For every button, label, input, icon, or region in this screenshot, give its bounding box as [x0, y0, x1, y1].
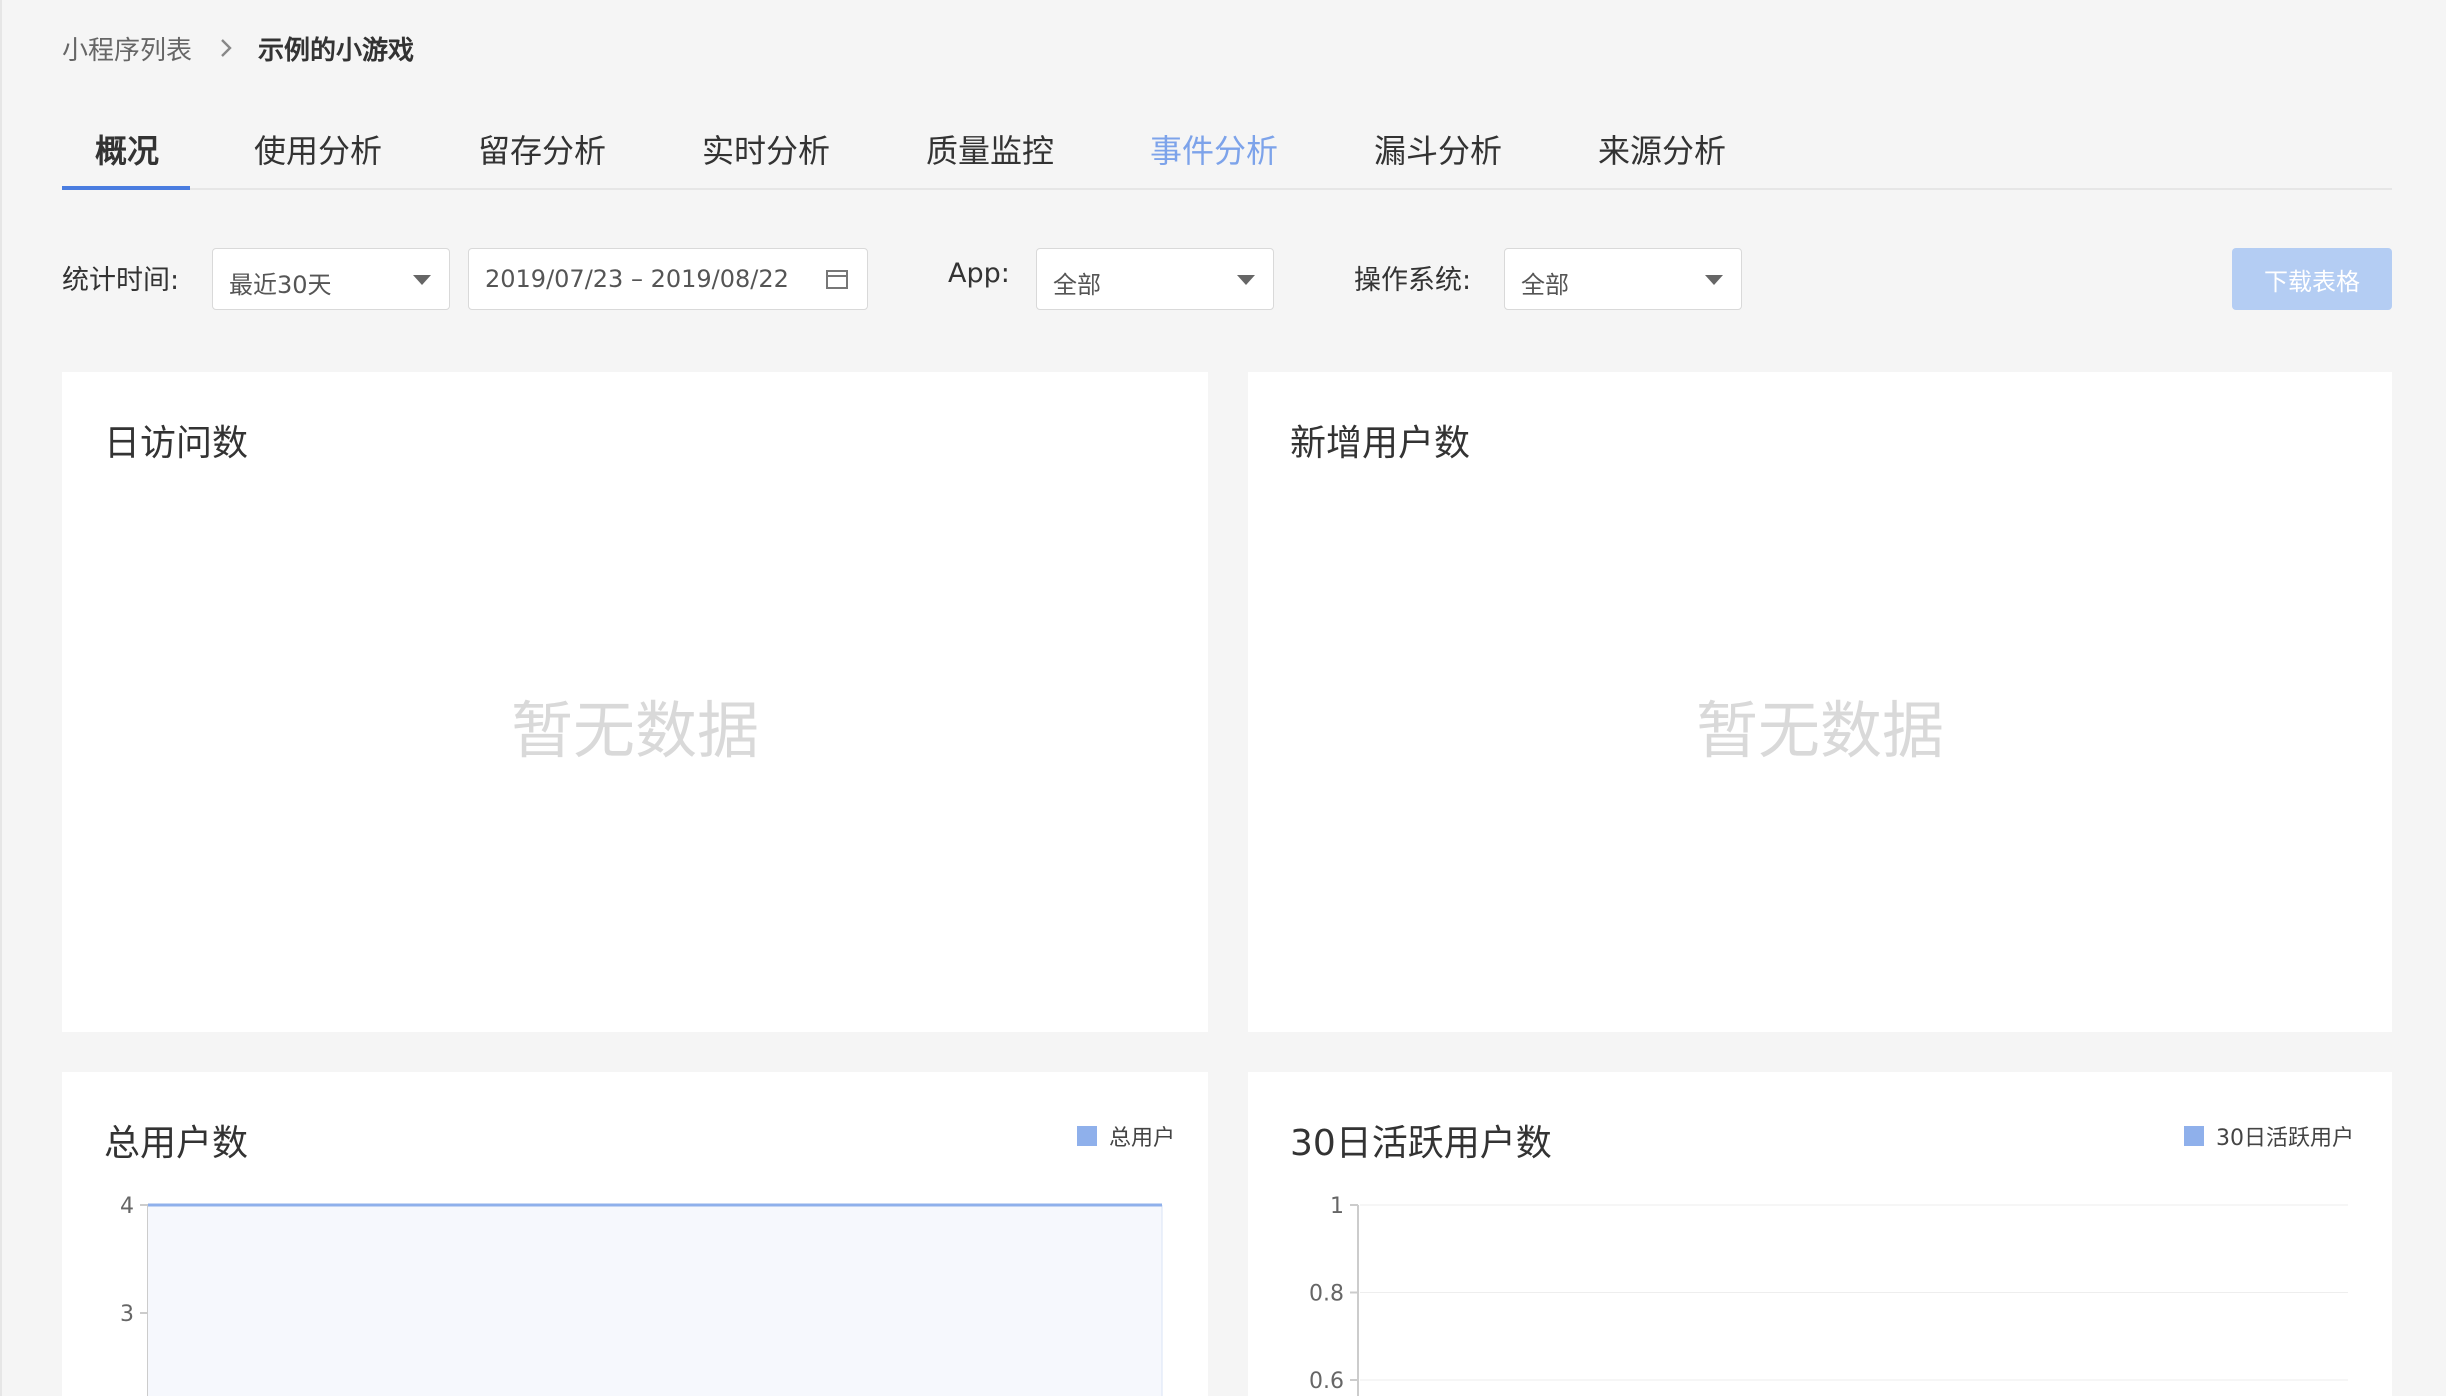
breadcrumb: 小程序列表 示例的小游戏: [62, 30, 414, 66]
download-table-button[interactable]: 下载表格: [2232, 248, 2392, 310]
daily-visits-card: 日访问数 暂无数据: [62, 372, 1208, 1032]
tab-event-analysis[interactable]: 事件分析: [1150, 126, 1278, 172]
tab-retention-analysis[interactable]: 留存分析: [478, 126, 606, 172]
active-users-30d-card: 30日活跃用户数 30日活跃用户 1 0.8 0.6: [1248, 1072, 2392, 1396]
tab-overview[interactable]: 概况: [95, 126, 159, 172]
app-select-value: 全部: [1053, 271, 1101, 299]
chevron-right-icon: [221, 39, 232, 57]
calendar-icon: [826, 270, 848, 289]
breadcrumb-current: 示例的小游戏: [258, 35, 415, 66]
os-select[interactable]: 全部: [1504, 248, 1742, 310]
os-filter-label: 操作系统:: [1354, 265, 1472, 296]
y-tick-label: 3: [120, 1302, 134, 1327]
time-filter-label: 统计时间:: [62, 265, 180, 296]
caret-down-icon: [1705, 275, 1723, 285]
os-select-value: 全部: [1521, 271, 1569, 299]
tab-bar: 概况 使用分析 留存分析 实时分析 质量监控 事件分析 漏斗分析 来源分析: [62, 118, 2392, 190]
active-users-30d-chart: 1 0.8 0.6: [1309, 1194, 2348, 1396]
series-area: [148, 1205, 1162, 1396]
app-filter-label: App:: [948, 258, 1010, 289]
y-tick-label: 4: [120, 1194, 134, 1219]
tab-source-analysis[interactable]: 来源分析: [1598, 126, 1726, 172]
y-tick-label: 0.8: [1309, 1282, 1344, 1307]
time-range-value: 最近30天: [229, 271, 332, 299]
date-range-value: 2019/07/23 – 2019/08/22: [485, 265, 789, 293]
breadcrumb-parent-link[interactable]: 小程序列表: [62, 30, 192, 67]
card-title: 日访问数: [104, 423, 249, 464]
window-edge: [0, 0, 2, 1396]
tab-usage-analysis[interactable]: 使用分析: [254, 126, 382, 172]
y-tick-label: 0.6: [1309, 1369, 1344, 1394]
app-select[interactable]: 全部: [1036, 248, 1274, 310]
card-title: 新增用户数: [1290, 423, 1471, 464]
total-users-chart: 43: [120, 1194, 1163, 1396]
time-range-select[interactable]: 最近30天: [212, 248, 450, 310]
caret-down-icon: [413, 275, 431, 285]
total-users-card: 总用户数 总用户 43: [62, 1072, 1208, 1396]
caret-down-icon: [1237, 275, 1255, 285]
tab-realtime-analysis[interactable]: 实时分析: [702, 126, 830, 172]
empty-state-text: 暂无数据: [1695, 694, 1944, 767]
y-tick-label: 1: [1330, 1194, 1344, 1219]
new-users-card: 新增用户数 暂无数据: [1248, 372, 2392, 1032]
date-range-picker[interactable]: 2019/07/23 – 2019/08/22: [468, 248, 868, 310]
active-tab-indicator: [62, 186, 190, 190]
tab-quality-monitoring[interactable]: 质量监控: [926, 126, 1054, 172]
empty-state-text: 暂无数据: [510, 694, 759, 767]
tab-funnel-analysis[interactable]: 漏斗分析: [1374, 126, 1502, 172]
